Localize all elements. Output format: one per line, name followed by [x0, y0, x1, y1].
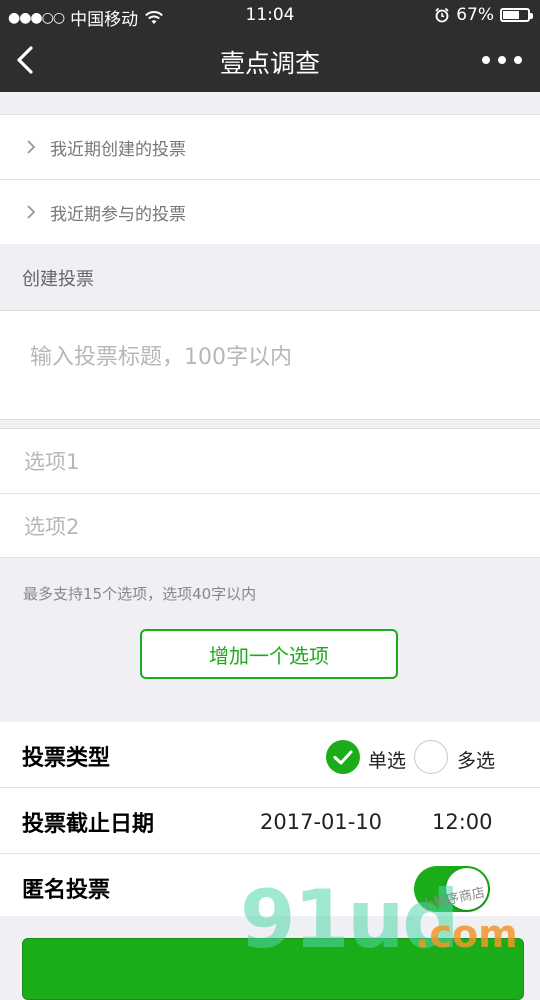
- recent-joined-label: 我近期参与的投票: [50, 204, 186, 225]
- recent-votes-list: 我近期创建的投票 我近期参与的投票: [0, 114, 540, 244]
- status-right: 67%: [434, 5, 533, 25]
- option-placeholder: 选项1: [24, 450, 80, 474]
- vote-title-placeholder: 输入投票标题，100字以内: [30, 345, 292, 370]
- battery-icon: [500, 8, 533, 22]
- single-choice-label: 单选: [368, 750, 407, 772]
- status-bar: ●●●○○ 中国移动 11:04 67%: [0, 0, 540, 30]
- more-dot-icon: [482, 56, 490, 64]
- option-placeholder: 选项2: [24, 515, 80, 539]
- deadline-row: 投票截止日期 2017-01-10 12:00: [0, 788, 540, 854]
- vote-type-label: 投票类型: [22, 746, 111, 771]
- multi-choice-label: 多选: [457, 750, 496, 772]
- option-input[interactable]: 选项2: [0, 494, 540, 558]
- multi-choice-radio[interactable]: [414, 740, 448, 774]
- single-choice-radio[interactable]: [326, 740, 360, 774]
- battery-fill: [503, 11, 519, 19]
- navigation-bar: 壹点调查: [0, 30, 540, 92]
- vote-type-row: 投票类型 单选 多选: [0, 722, 540, 788]
- recent-created-label: 我近期创建的投票: [50, 139, 186, 160]
- anonymous-label: 匿名投票: [22, 878, 111, 903]
- options-list: 选项1 选项2: [0, 428, 540, 558]
- recent-joined-link[interactable]: 我近期参与的投票: [0, 180, 540, 244]
- chevron-right-icon: [27, 205, 36, 219]
- create-vote-heading: 创建投票: [22, 269, 94, 290]
- vote-title-input[interactable]: 输入投票标题，100字以内: [0, 310, 540, 420]
- recent-created-link[interactable]: 我近期创建的投票: [0, 115, 540, 180]
- deadline-date-picker[interactable]: 2017-01-10: [260, 810, 382, 834]
- battery-nub: [530, 13, 533, 19]
- add-option-button[interactable]: 增加一个选项: [140, 629, 398, 679]
- more-dot-icon: [498, 56, 506, 64]
- option-input[interactable]: 选项1: [0, 429, 540, 494]
- alarm-icon: [435, 7, 449, 23]
- page-title: 壹点调查: [219, 49, 320, 78]
- add-option-label: 增加一个选项: [209, 643, 329, 668]
- chevron-right-icon: [27, 140, 36, 154]
- deadline-label: 投票截止日期: [22, 812, 155, 837]
- checkmark-icon: [333, 750, 353, 765]
- more-menu-button[interactable]: [482, 50, 522, 70]
- watermark-domain: .com: [415, 912, 518, 956]
- battery-percent: 67%: [456, 5, 494, 25]
- deadline-time-picker[interactable]: 12:00: [432, 810, 493, 834]
- options-hint: 最多支持15个选项，选项40字以内: [23, 585, 257, 603]
- more-dot-icon: [514, 56, 522, 64]
